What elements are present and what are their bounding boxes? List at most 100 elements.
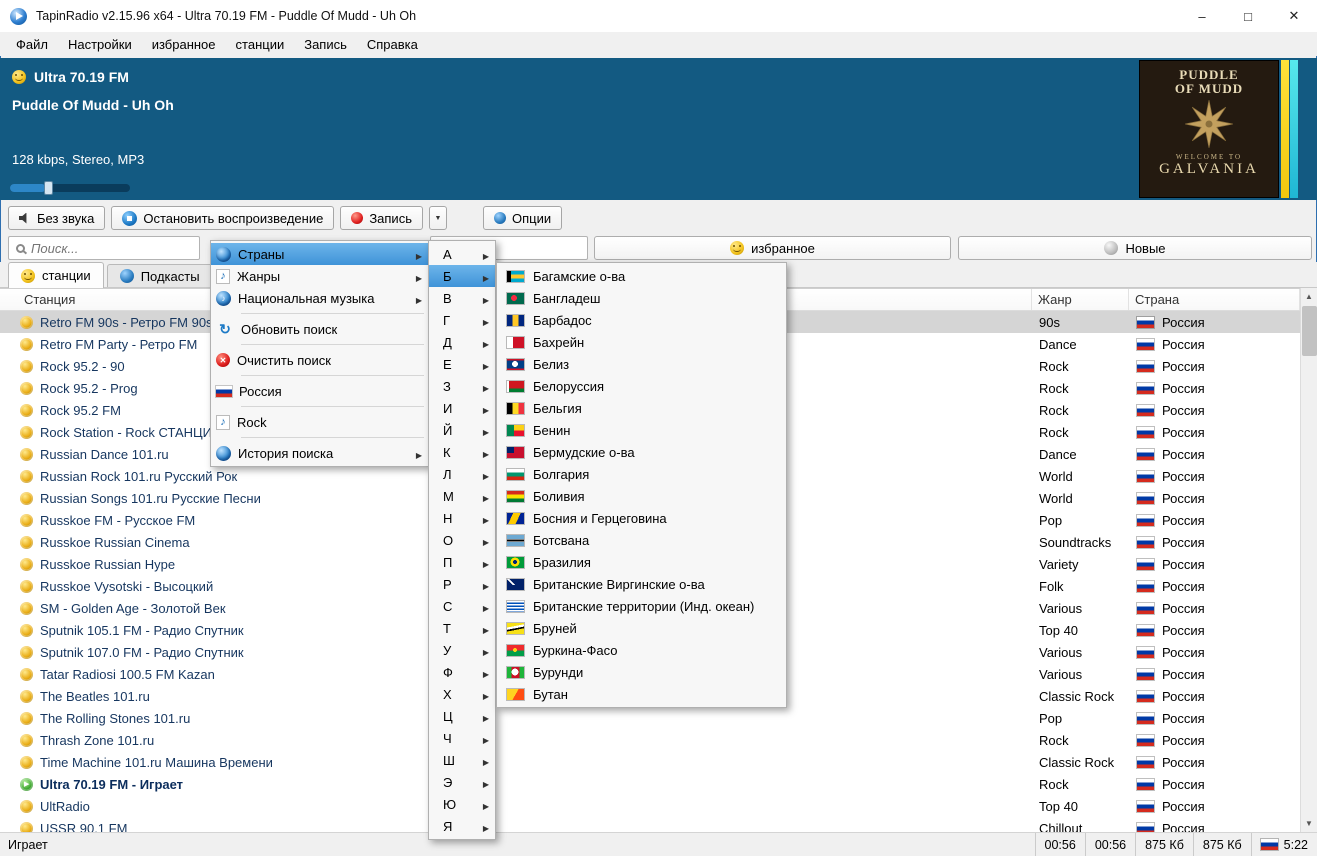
context-menu-item[interactable]: Россия [211,380,428,402]
search-input[interactable] [31,240,181,256]
stop-button[interactable]: Остановить воспроизведение [111,206,335,230]
country-menu-item[interactable]: Бразилия [497,551,786,573]
level-meter-cyan [1290,60,1298,198]
station-name: Tatar Radiosi 100.5 FM Kazan [40,666,215,682]
station-genre: Rock [1039,732,1069,748]
alphabet-item[interactable]: Я [429,815,495,837]
alphabet-item[interactable]: Г [429,309,495,331]
station-row[interactable]: Time Machine 101.ru Машина Времени Class… [0,751,1300,773]
country-menu-item[interactable]: Боливия [497,485,786,507]
tab[interactable]: станции [8,262,104,288]
context-menu-item[interactable] [211,402,428,411]
minimize-button[interactable]: – [1179,0,1225,32]
maximize-button[interactable]: □ [1225,0,1271,32]
context-menu-item[interactable]: Rock [211,411,428,433]
country-menu-item[interactable]: Ботсвана [497,529,786,551]
tab[interactable]: Подкасты [106,264,213,287]
station-row[interactable]: UltRadio Top 40 Россия [0,795,1300,817]
alphabet-item[interactable]: С [429,595,495,617]
volume-thumb[interactable] [43,181,53,195]
country-menu-item[interactable]: Багамские о-ва [497,265,786,287]
context-menu-item[interactable] [211,309,428,318]
station-row[interactable]: Ultra 70.19 FM - Играет Rock Россия [0,773,1300,795]
alphabet-item[interactable]: П [429,551,495,573]
menu-bar-item[interactable]: станции [226,34,295,55]
country-menu-item[interactable]: Бутан [497,683,786,705]
menu-bar-item[interactable]: Настройки [58,34,142,55]
scroll-up-button[interactable]: ▲ [1301,288,1317,305]
search-box[interactable] [8,236,200,260]
country-menu-item[interactable]: Буркина-Фасо [497,639,786,661]
country-menu-item[interactable]: Бахрейн [497,331,786,353]
country-flag-icon [507,490,524,502]
alphabet-item[interactable]: Х [429,683,495,705]
context-menu-item[interactable]: Жанры [211,265,428,287]
alphabet-item[interactable]: Л [429,463,495,485]
station-row[interactable]: USSR 90.1 FM Chillout Россия [0,817,1300,832]
options-button[interactable]: Опции [482,206,563,230]
record-button[interactable]: Запись [340,206,423,230]
alphabet-item[interactable]: Ю [429,793,495,815]
alphabet-item[interactable]: И [429,397,495,419]
alphabet-item[interactable]: З [429,375,495,397]
alphabet-item[interactable]: Д [429,331,495,353]
alphabet-item[interactable]: Е [429,353,495,375]
alphabet-letter: В [443,290,452,306]
context-menu-item[interactable]: История поиска [211,442,428,464]
country-menu-item[interactable]: Барбадос [497,309,786,331]
alphabet-item[interactable]: М [429,485,495,507]
station-row[interactable]: The Rolling Stones 101.ru Pop Россия [0,707,1300,729]
vertical-scrollbar[interactable]: ▲ ▼ [1300,288,1317,832]
alphabet-item[interactable]: А [429,243,495,265]
country-menu-item[interactable]: Бенин [497,419,786,441]
context-menu-item[interactable]: Очистить поиск [211,349,428,371]
scrollbar-thumb[interactable] [1302,306,1317,356]
alphabet-item[interactable]: В [429,287,495,309]
country-menu-item[interactable]: Британские Виргинские о-ва [497,573,786,595]
alphabet-item[interactable]: Н [429,507,495,529]
country-menu-item[interactable]: Бангладеш [497,287,786,309]
header-country[interactable]: Страна [1129,289,1300,310]
mute-button[interactable]: Без звука [8,206,106,230]
alphabet-item[interactable]: Б [429,265,495,287]
context-menu-item[interactable] [211,371,428,380]
menu-bar-item[interactable]: избранное [142,34,226,55]
volume-slider[interactable] [10,181,130,195]
alphabet-item[interactable]: У [429,639,495,661]
alphabet-item[interactable]: Ч [429,727,495,749]
country-menu-item[interactable]: Белиз [497,353,786,375]
alphabet-item[interactable]: Р [429,573,495,595]
close-button[interactable]: ✕ [1271,0,1317,32]
new-stations-button[interactable]: Новые [958,236,1312,260]
menu-bar-item[interactable]: Запись [294,34,357,55]
alphabet-item[interactable]: Т [429,617,495,639]
scroll-down-button[interactable]: ▼ [1301,815,1317,832]
record-dropdown-button[interactable]: ▼ [428,206,447,230]
header-genre[interactable]: Жанр [1032,289,1129,310]
station-row[interactable]: Thrash Zone 101.ru Rock Россия [0,729,1300,751]
country-menu-item[interactable]: Белоруссия [497,375,786,397]
menu-bar-item[interactable]: Справка [357,34,428,55]
country-menu-item[interactable]: Болгария [497,463,786,485]
alphabet-item[interactable]: Э [429,771,495,793]
country-menu-item[interactable]: Бурунди [497,661,786,683]
context-menu-item[interactable]: Страны [211,243,428,265]
album-title: GALVANIA [1159,161,1259,178]
context-menu-item[interactable] [211,340,428,349]
alphabet-item[interactable]: К [429,441,495,463]
country-menu-item[interactable]: Бермудские о-ва [497,441,786,463]
favorites-button[interactable]: избранное [594,236,951,260]
country-menu-item[interactable]: Бруней [497,617,786,639]
context-menu-item[interactable] [211,433,428,442]
alphabet-item[interactable]: Й [429,419,495,441]
alphabet-item[interactable]: О [429,529,495,551]
alphabet-item[interactable]: Ш [429,749,495,771]
country-menu-item[interactable]: Босния и Герцеговина [497,507,786,529]
context-menu-item[interactable]: Обновить поиск [211,318,428,340]
alphabet-item[interactable]: Ц [429,705,495,727]
context-menu-item[interactable]: Национальная музыка [211,287,428,309]
country-menu-item[interactable]: Британские территории (Инд. океан) [497,595,786,617]
country-menu-item[interactable]: Бельгия [497,397,786,419]
alphabet-item[interactable]: Ф [429,661,495,683]
menu-bar-item[interactable]: Файл [6,34,58,55]
